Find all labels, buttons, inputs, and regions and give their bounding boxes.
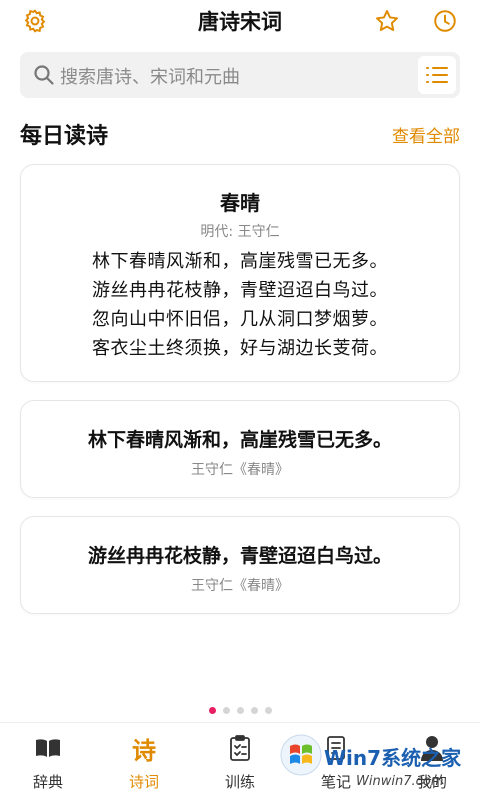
poem-line: 忽向山中怀旧侣，几从洞口梦烟萝。 xyxy=(92,309,388,330)
quote-source: 王守仁《春晴》 xyxy=(191,578,289,594)
clock-icon xyxy=(434,10,456,32)
watermark-text: Win7系统之家 xyxy=(324,746,462,770)
quote-card[interactable]: 林下春晴风渐和，高崖残雪已无多。 王守仁《春晴》 xyxy=(20,400,460,498)
quote-source: 王守仁《春晴》 xyxy=(191,462,289,478)
book-icon xyxy=(36,739,60,757)
page-dot[interactable] xyxy=(222,707,230,714)
poem-line: 林下春晴风渐和，高崖残雪已无多。 xyxy=(92,251,388,272)
quote-card[interactable]: 游丝冉冉花枝静，青壁迢迢白鸟过。 王守仁《春晴》 xyxy=(20,516,460,614)
app-title: 唐诗宋词 xyxy=(198,10,282,34)
search-bar[interactable]: 搜索唐诗、宋词和元曲 xyxy=(20,52,460,98)
poem-title: 春晴 xyxy=(220,191,260,215)
poem-line: 游丝冉冉花枝静，青壁迢迢白鸟过。 xyxy=(92,280,388,301)
quote-text: 林下春晴风渐和，高崖残雪已无多。 xyxy=(87,429,392,451)
poem-author: 明代: 王守仁 xyxy=(200,224,280,240)
quote-text: 游丝冉冉花枝静，青壁迢迢白鸟过。 xyxy=(87,545,392,567)
tab-training[interactable]: 训练 xyxy=(200,733,280,792)
category-list-button[interactable] xyxy=(418,56,456,94)
clipboard-check-icon xyxy=(230,735,250,761)
star-icon xyxy=(376,10,398,31)
page-dot-active[interactable] xyxy=(208,707,216,714)
poem-line: 客衣尘土终须换，好与湖边长芰荷。 xyxy=(92,338,388,359)
app-header: 唐诗宋词 xyxy=(0,0,480,44)
search-icon xyxy=(34,65,54,85)
history-button[interactable] xyxy=(430,6,460,36)
tab-label: 辞典 xyxy=(32,773,63,791)
section-title: 每日读诗 xyxy=(20,124,109,149)
site-watermark: Win7系统之家 Winwin7.com xyxy=(276,728,480,800)
tab-dictionary[interactable]: 辞典 xyxy=(8,733,88,792)
tab-label: 诗词 xyxy=(128,773,159,791)
poem-character-icon: 诗 xyxy=(132,736,156,765)
tab-poetry[interactable]: 诗 诗词 xyxy=(104,733,184,792)
watermark-url: Winwin7.com xyxy=(356,774,444,789)
search-input[interactable]: 搜索唐诗、宋词和元曲 xyxy=(60,63,240,89)
page-dot[interactable] xyxy=(236,707,244,714)
windows-logo-icon xyxy=(280,734,322,776)
page-dot[interactable] xyxy=(264,707,272,714)
page-dot[interactable] xyxy=(250,707,258,714)
poem-body: 林下春晴风渐和，高崖残雪已无多。 游丝冉冉花枝静，青壁迢迢白鸟过。 忽向山中怀旧… xyxy=(21,247,459,363)
page-indicator xyxy=(0,707,480,714)
list-icon xyxy=(426,67,448,83)
view-all-link[interactable]: 查看全部 xyxy=(392,122,460,147)
tab-label: 训练 xyxy=(224,773,255,791)
daily-poem-card[interactable]: 春晴 明代: 王守仁 林下春晴风渐和，高崖残雪已无多。 游丝冉冉花枝静，青壁迢迢… xyxy=(20,164,460,382)
favorite-button[interactable] xyxy=(372,6,402,36)
